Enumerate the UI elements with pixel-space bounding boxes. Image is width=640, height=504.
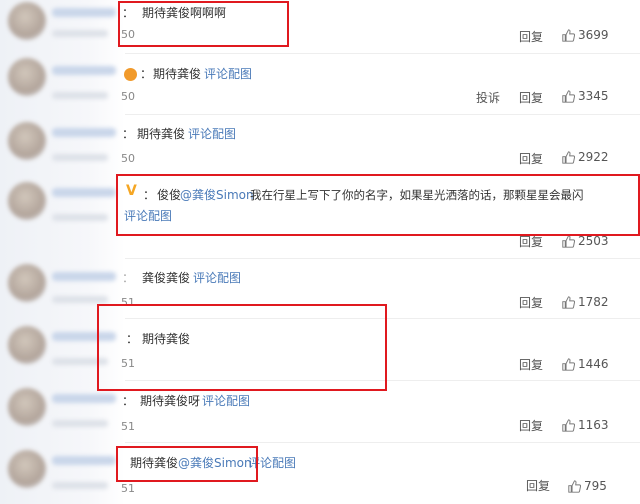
divider	[125, 258, 640, 259]
thumbs-up-icon	[568, 479, 581, 493]
comment-image-link[interactable]: 评论配图	[188, 125, 236, 143]
like-button[interactable]: 1446	[562, 357, 609, 371]
blurred-username[interactable]	[52, 394, 116, 403]
like-count: 2503	[578, 234, 609, 248]
highlight-box	[116, 174, 640, 236]
timestamp-fragment: 50	[121, 90, 135, 103]
like-button[interactable]: 2922	[562, 150, 609, 164]
reply-button[interactable]: 回复	[519, 356, 543, 373]
blurred-username[interactable]	[52, 128, 116, 137]
avatar[interactable]	[8, 388, 46, 426]
blurred-username[interactable]	[52, 188, 116, 197]
comment-text: 期待龚俊	[153, 67, 202, 81]
avatar[interactable]	[8, 2, 46, 40]
comment-text: 龚俊龚俊	[142, 271, 191, 285]
avatar[interactable]	[8, 326, 46, 364]
comment-image-link[interactable]: 评论配图	[202, 392, 250, 410]
divider	[125, 114, 640, 115]
divider	[125, 442, 640, 443]
divider	[125, 53, 640, 54]
like-button[interactable]: 2503	[562, 234, 609, 248]
like-button[interactable]: 795	[568, 479, 607, 493]
blurred-meta	[52, 296, 108, 303]
timestamp-fragment: 50	[121, 152, 135, 165]
comment-text: 期待龚俊	[137, 127, 186, 141]
comment-image-link[interactable]: 评论配图	[193, 269, 241, 287]
name-colon: ：	[122, 127, 135, 141]
like-count: 795	[584, 479, 607, 493]
highlight-box	[116, 446, 258, 482]
comment-image-link[interactable]: 评论配图	[204, 65, 252, 83]
thumbs-up-icon	[562, 150, 575, 164]
avatar[interactable]	[8, 58, 46, 96]
reply-button[interactable]: 回复	[526, 477, 550, 494]
blurred-meta	[52, 214, 108, 221]
like-button[interactable]: 1163	[562, 418, 609, 432]
thumbs-up-icon	[562, 89, 575, 103]
blurred-meta	[52, 92, 108, 99]
crown-icon	[124, 68, 137, 81]
timestamp-fragment: 51	[121, 482, 135, 495]
thumbs-up-icon	[562, 357, 575, 371]
blurred-username[interactable]	[52, 8, 116, 17]
reply-button[interactable]: 回复	[519, 417, 543, 434]
blurred-meta	[52, 154, 108, 161]
like-count: 1782	[578, 295, 609, 309]
blurred-username[interactable]	[52, 272, 116, 281]
thumbs-up-icon	[562, 28, 575, 42]
blurred-meta	[52, 482, 108, 489]
blurred-username[interactable]	[52, 66, 116, 75]
thumbs-up-icon	[562, 418, 575, 432]
like-count: 3699	[578, 28, 609, 42]
name-colon: ：	[140, 67, 153, 81]
like-count: 3345	[578, 89, 609, 103]
like-button[interactable]: 3699	[562, 28, 609, 42]
reply-button[interactable]: 回复	[519, 150, 543, 167]
report-button[interactable]: 投诉	[476, 89, 500, 106]
blurred-meta	[52, 30, 108, 37]
avatar[interactable]	[8, 122, 46, 160]
like-count: 1163	[578, 418, 609, 432]
avatar[interactable]	[8, 182, 46, 220]
highlight-box	[97, 304, 387, 391]
thumbs-up-icon	[562, 295, 575, 309]
name-colon: ：	[122, 394, 135, 408]
reply-button[interactable]: 回复	[519, 28, 543, 45]
timestamp-fragment: 51	[121, 420, 135, 433]
like-count: 2922	[578, 150, 609, 164]
like-button[interactable]: 1782	[562, 295, 609, 309]
highlight-box	[118, 1, 289, 47]
reply-button[interactable]: 回复	[519, 294, 543, 311]
like-button[interactable]: 3345	[562, 89, 609, 103]
avatar[interactable]	[8, 264, 46, 302]
name-colon: ：	[122, 271, 135, 285]
thumbs-up-icon	[562, 234, 575, 248]
like-count: 1446	[578, 357, 609, 371]
reply-button[interactable]: 回复	[519, 89, 543, 106]
comment-text: 期待龚俊呀	[140, 394, 201, 408]
avatar[interactable]	[8, 450, 46, 488]
blurred-username[interactable]	[52, 456, 116, 465]
blurred-meta	[52, 420, 108, 427]
